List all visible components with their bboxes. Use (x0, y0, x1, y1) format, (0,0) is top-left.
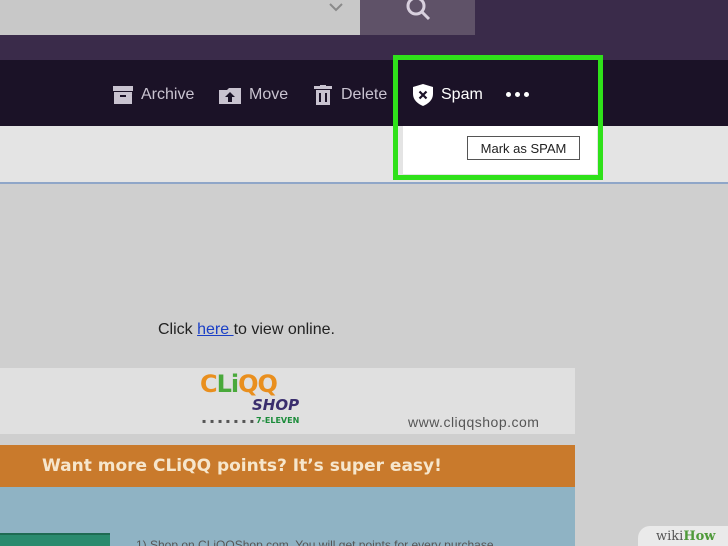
site-url[interactable]: www.cliqqshop.com (408, 414, 539, 430)
logo-c: C (200, 370, 218, 398)
logo-qq: QQ (238, 370, 278, 398)
logo-cliqq: CLiQQ (200, 370, 278, 398)
archive-button[interactable]: Archive (113, 83, 194, 107)
message-header-area (0, 126, 728, 184)
watermark-wiki: wiki (656, 528, 684, 544)
move-button[interactable]: Move (219, 83, 288, 107)
move-icon (219, 88, 241, 104)
logo-eleven: 7-ELEVEN (256, 416, 300, 425)
wikihow-watermark: wiki How (638, 526, 728, 546)
archive-icon (113, 86, 133, 104)
highlight-box (393, 55, 603, 180)
chevron-down-icon[interactable] (328, 0, 344, 12)
cliqq-shop-logo[interactable]: CLiQQ SHOP ▪ ▪ ▪ ▪ ▪ ▪ ▪ 7-ELEVEN (200, 370, 310, 432)
promo-button[interactable] (0, 533, 110, 546)
mark-spam-tooltip: Mark as SPAM (467, 136, 580, 160)
move-label: Move (249, 86, 289, 103)
watermark-how: How (683, 528, 716, 544)
promo-banner: Want more CLiQQ points? It’s super easy! (0, 445, 575, 487)
view-online-prefix: Click (158, 321, 198, 338)
promo-step-text: 1) Shop on CLiQQShop.com. You will get p… (136, 538, 494, 546)
delete-label: Delete (341, 86, 388, 103)
archive-label: Archive (141, 86, 195, 103)
delete-button[interactable]: Delete (313, 83, 387, 107)
message-toolbar: Archive Move Delete Spam (0, 60, 728, 126)
view-online-link[interactable]: here (197, 321, 233, 338)
search-input[interactable] (0, 0, 360, 35)
logo-li: Li (216, 370, 240, 398)
view-online-text: Click here to view online. (158, 321, 335, 339)
search-button[interactable] (360, 0, 475, 35)
logo-powered-line: ▪ ▪ ▪ ▪ ▪ ▪ ▪ (202, 418, 255, 425)
logo-shop: SHOP (252, 396, 300, 414)
trash-icon (314, 85, 332, 105)
top-bar (0, 0, 728, 60)
view-online-suffix: to view online. (233, 321, 335, 338)
